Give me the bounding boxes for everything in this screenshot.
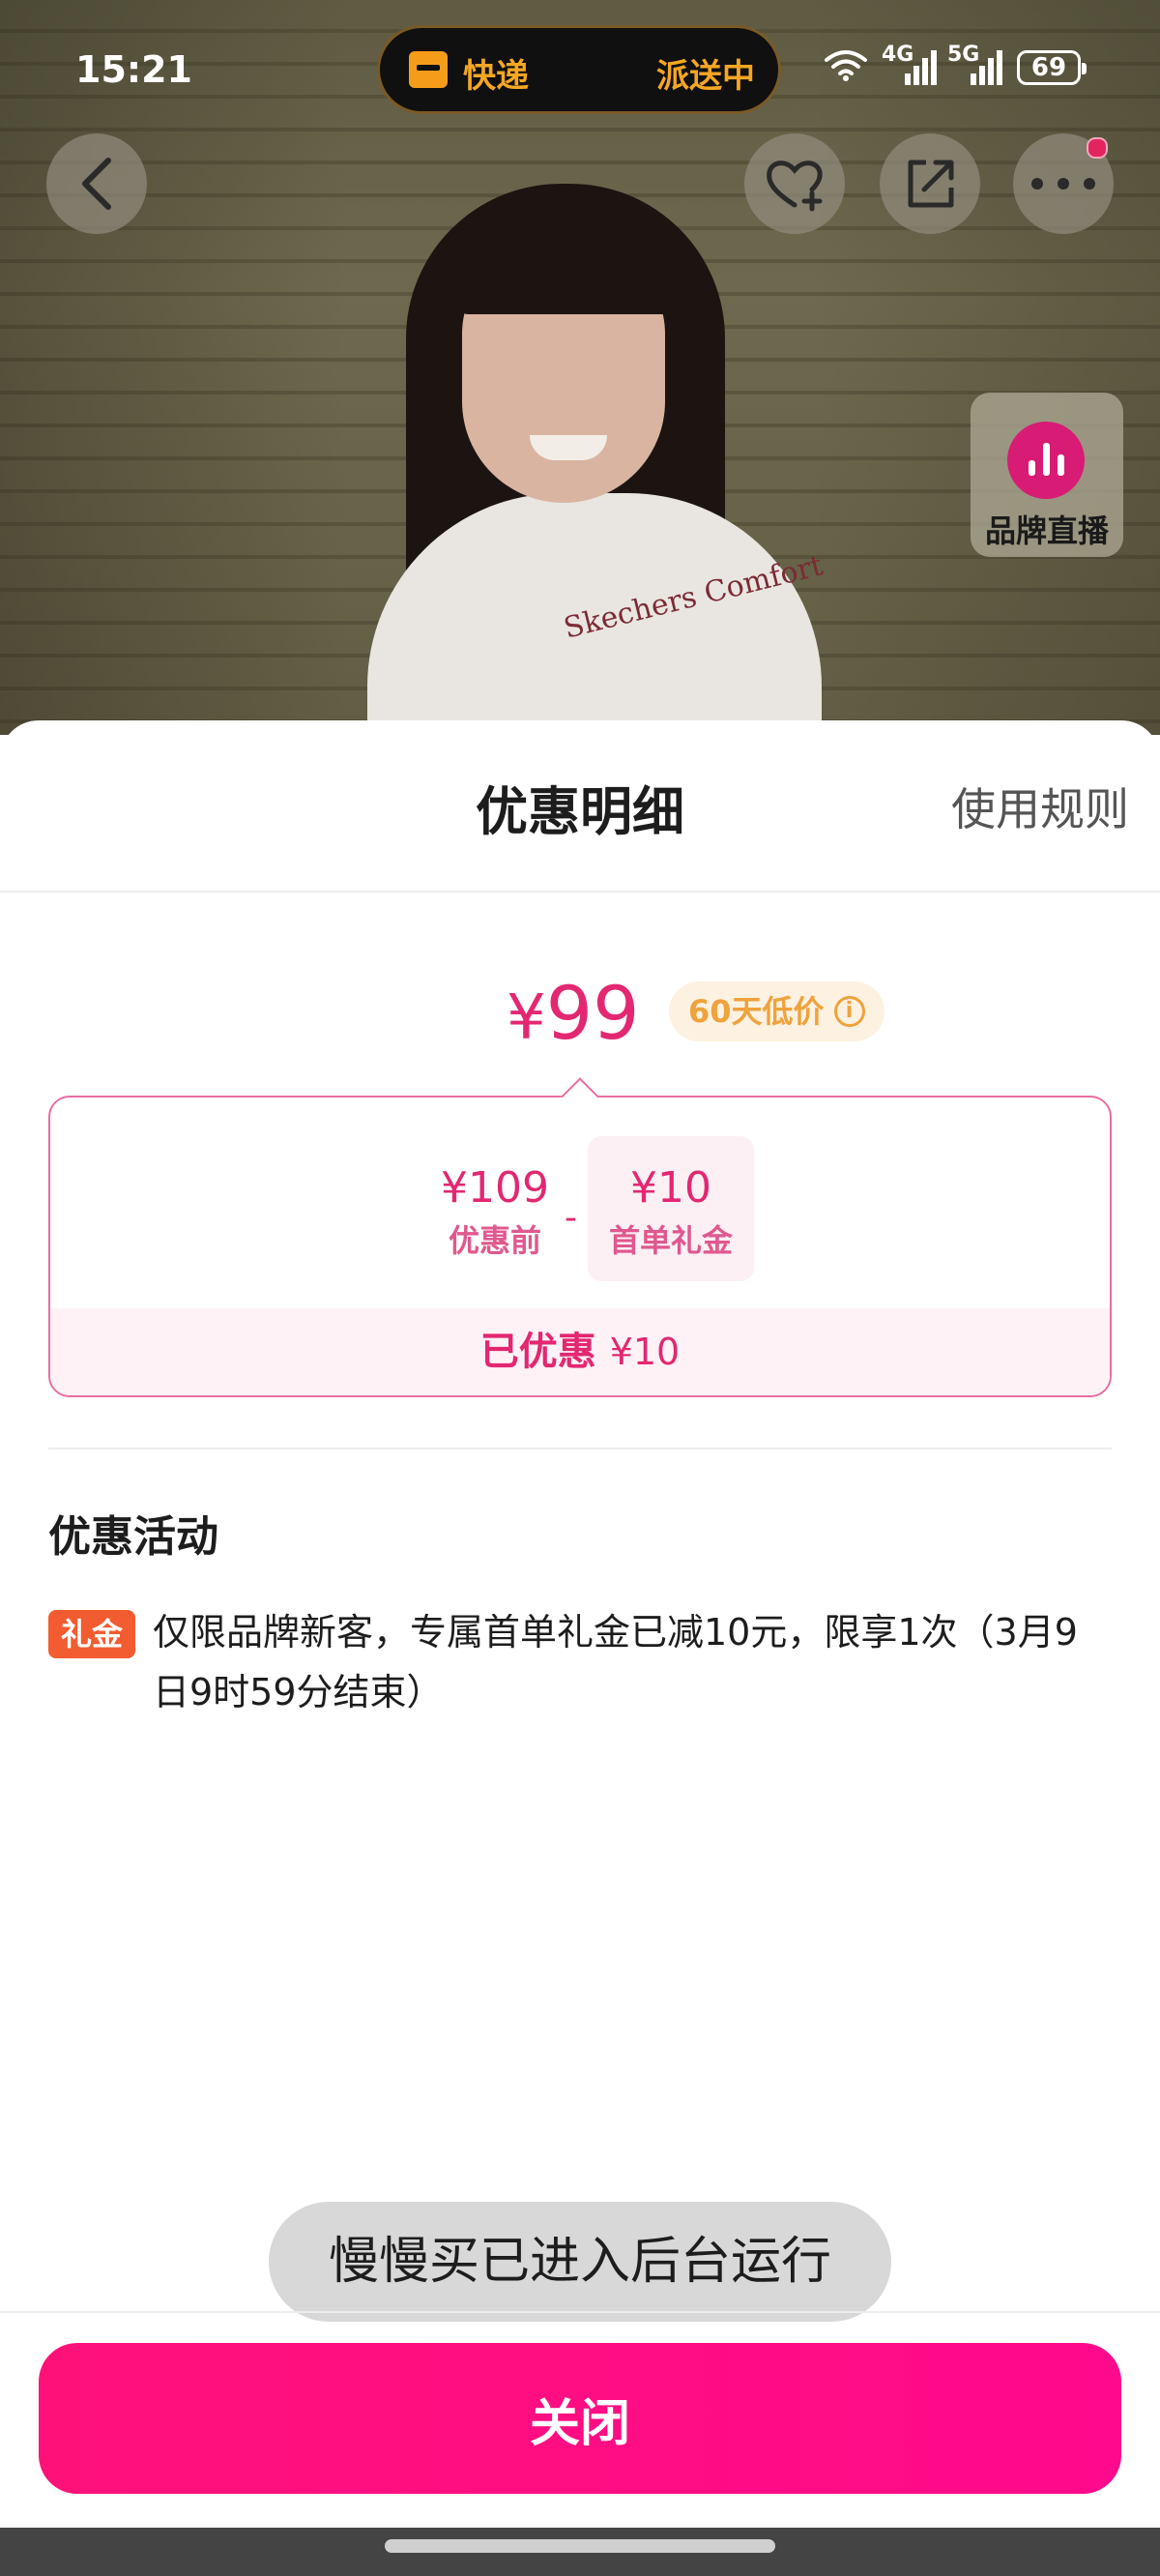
heart-plus-icon — [767, 161, 823, 212]
usage-rules-link[interactable]: 使用规则 — [951, 775, 1129, 838]
divider — [0, 891, 1160, 893]
first-order-gift: ¥10 首单礼金 — [588, 1163, 754, 1261]
more-button[interactable] — [1013, 133, 1114, 234]
low-price-badge[interactable]: 60天低价 i — [669, 981, 884, 1041]
gift-tag-badge: 礼金 — [48, 1610, 135, 1658]
price-calculation-box: ¥109 优惠前 - ¥10 首单礼金 已优惠 ¥10 — [48, 1077, 1112, 1397]
wifi-icon — [825, 50, 867, 81]
package-icon — [409, 51, 448, 88]
home-indicator[interactable] — [385, 2539, 775, 2553]
background-running-toast: 慢慢买已进入后台运行 — [269, 2202, 891, 2322]
model-bangs — [454, 222, 677, 314]
saved-amount: ¥10 — [609, 1331, 681, 1373]
dynamic-island-delivery[interactable]: 快递 派送中 — [377, 25, 781, 114]
favorite-button[interactable] — [744, 133, 845, 234]
promo-section-title: 优惠活动 — [48, 1512, 218, 1562]
saved-total: 已优惠 ¥10 — [50, 1308, 1110, 1395]
saved-label: 已优惠 — [479, 1330, 596, 1374]
island-label-left: 快递 — [463, 57, 529, 96]
brand-live-label: 品牌直播 — [984, 512, 1109, 549]
share-icon — [908, 160, 954, 208]
gift-label: 首单礼金 — [608, 1222, 733, 1259]
price-before-label: 优惠前 — [448, 1222, 541, 1259]
minus-sign: - — [565, 1198, 577, 1238]
status-bar: 15:21 快递 派送中 4G 5G 69 — [0, 0, 1160, 135]
model-image: Skechers Comfort — [348, 174, 851, 735]
price-before-value: ¥109 — [441, 1163, 549, 1213]
status-time: 15:21 — [75, 48, 192, 91]
live-bars-icon — [1007, 422, 1085, 499]
back-button[interactable] — [46, 133, 147, 234]
final-price: ¥99 — [507, 970, 639, 1056]
notification-dot — [1087, 137, 1108, 159]
discount-detail-sheet: 优惠明细 使用规则 ¥99 60天低价 i ¥109 优惠前 - ¥10 首单礼… — [0, 720, 1160, 2576]
callout-notch — [561, 1077, 599, 1116]
battery-icon: 69 — [1017, 50, 1087, 85]
gift-value: ¥10 — [630, 1163, 711, 1213]
promo-description: 仅限品牌新客，专属首单礼金已减10元，限享1次（3月9日9时59分结束） — [153, 1611, 1078, 1713]
chevron-left-icon — [82, 158, 111, 210]
currency-symbol: ¥ — [507, 982, 546, 1054]
island-label-right: 派送中 — [656, 57, 755, 96]
share-button[interactable] — [880, 133, 980, 234]
signal-bars-icon — [905, 50, 937, 85]
close-button[interactable]: 关闭 — [39, 2343, 1121, 2494]
signal-bars-icon — [971, 50, 1002, 85]
divider — [48, 1448, 1112, 1449]
more-dots-icon — [1031, 178, 1095, 190]
low-price-label: 60天低价 — [688, 993, 825, 1030]
first-order-gift-card: ¥10 首单礼金 — [588, 1136, 754, 1281]
info-icon: i — [833, 996, 865, 1027]
brand-live-button[interactable]: 品牌直播 — [971, 393, 1123, 557]
divider — [0, 2311, 1160, 2313]
final-price-value: 99 — [545, 970, 640, 1056]
price-before-discount: ¥109 优惠前 — [418, 1163, 572, 1261]
